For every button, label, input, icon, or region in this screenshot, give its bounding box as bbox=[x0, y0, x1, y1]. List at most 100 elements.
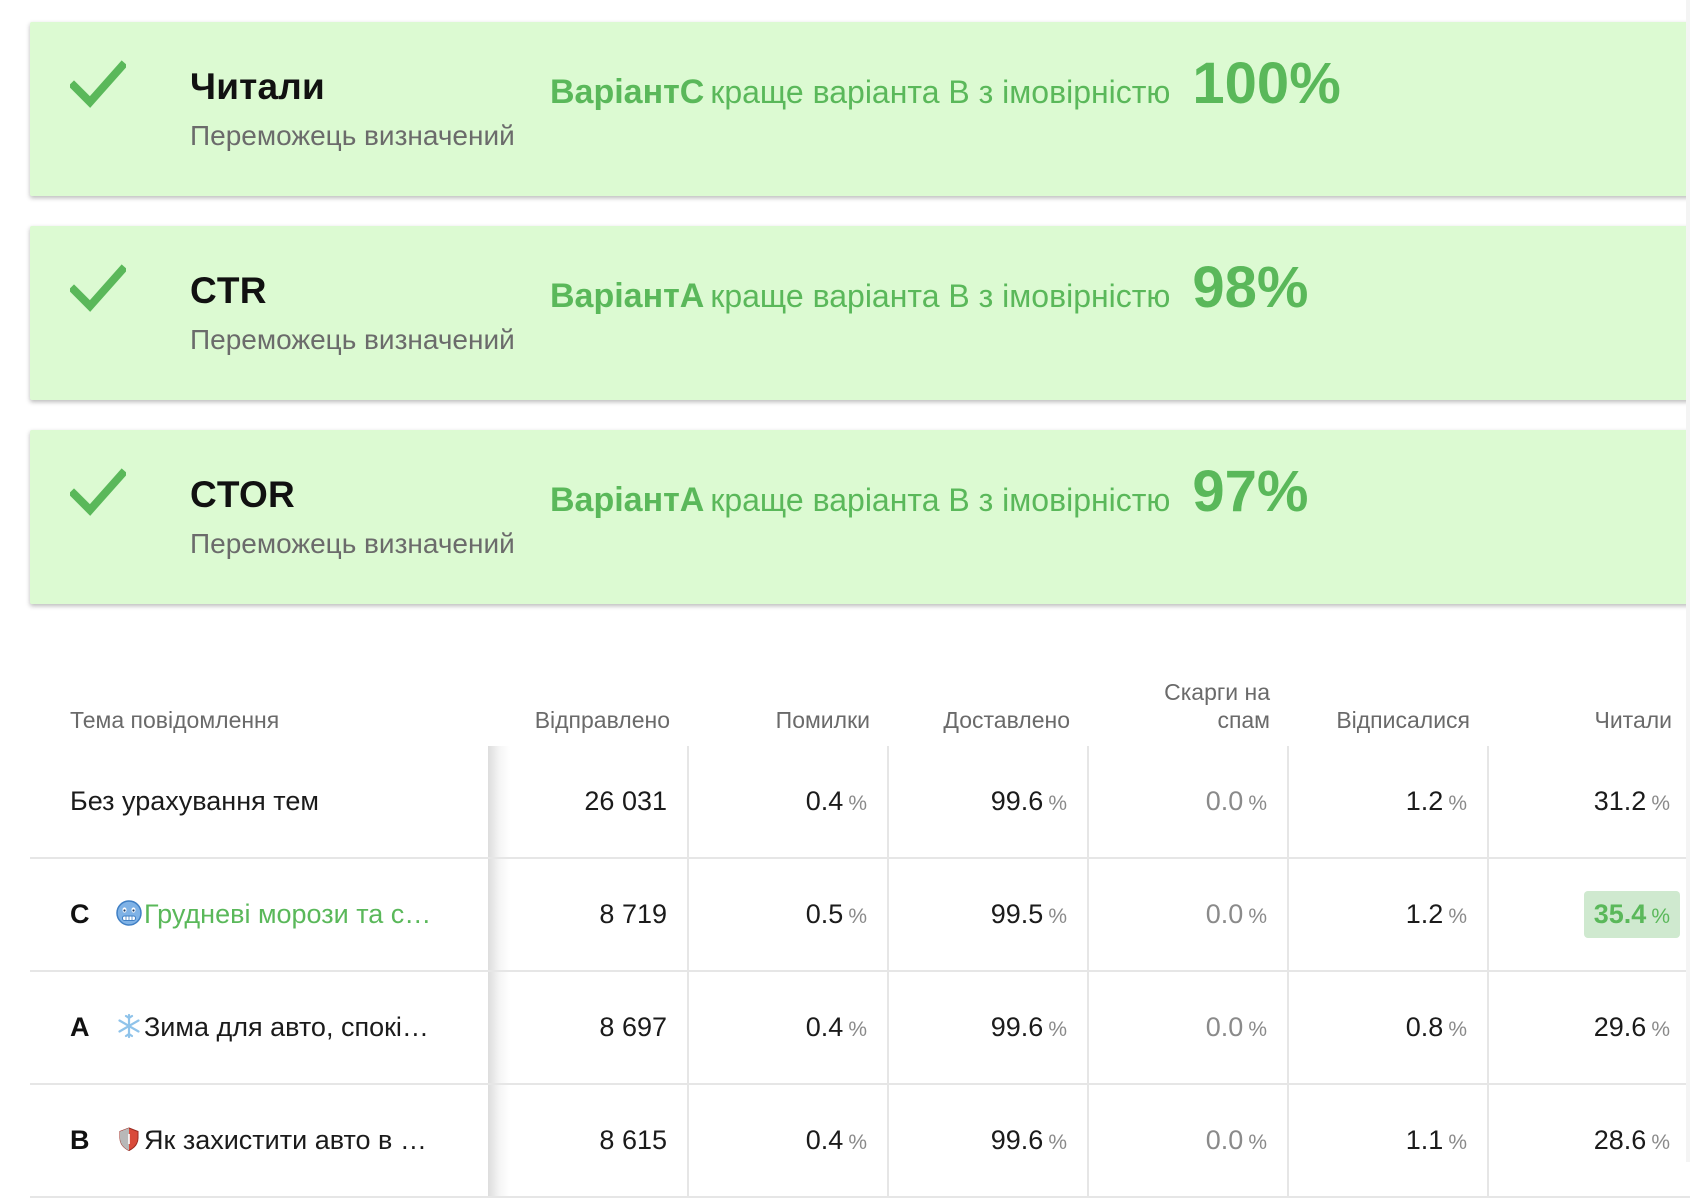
subject-text[interactable]: Зима для авто, спокі… bbox=[144, 1012, 429, 1043]
table-row-variant-b: B Як захистити авто в … 8 615 0.4% 99.6% … bbox=[30, 1084, 1690, 1198]
percent-sign: % bbox=[1248, 1131, 1267, 1154]
percent-sign: % bbox=[1651, 905, 1670, 928]
page-right-edge bbox=[1686, 0, 1690, 1162]
spam-value: 0.0 bbox=[1205, 786, 1244, 816]
delivered-cell: 99.5% bbox=[887, 858, 1088, 972]
result-card-ctr: CTR Переможець визначений ВаріантA краще … bbox=[30, 226, 1690, 400]
comparison-phrase: краще варіанта B з імовірністю bbox=[710, 278, 1171, 314]
delivered-value: 99.5 bbox=[990, 899, 1044, 929]
check-icon bbox=[70, 264, 126, 312]
errors-value: 0.4 bbox=[805, 1125, 844, 1155]
errors-value: 0.5 bbox=[805, 899, 844, 929]
column-header-unsubscribed[interactable]: Відписалися bbox=[1288, 660, 1488, 746]
column-header-subject[interactable]: Тема повідомлення bbox=[30, 660, 488, 746]
column-header-read[interactable]: Читали bbox=[1488, 660, 1690, 746]
delivered-value: 99.6 bbox=[990, 1125, 1044, 1155]
subject-cell: C Грудневі морози та с… bbox=[30, 858, 488, 972]
sent-cell: 8 697 bbox=[488, 971, 688, 1085]
subject-cell: A Зима для авто, спокі… bbox=[30, 971, 488, 1085]
metric-name: Читали bbox=[190, 66, 325, 107]
read-cell: 29.6% bbox=[1487, 971, 1690, 1085]
delivered-cell: 99.6% bbox=[887, 971, 1088, 1085]
column-header-sent[interactable]: Відправлено bbox=[488, 660, 688, 746]
delivered-value: 99.6 bbox=[990, 1012, 1044, 1042]
percent-sign: % bbox=[1448, 1018, 1467, 1041]
winner-status: Переможець визначений bbox=[190, 528, 515, 559]
shield-emoji-icon bbox=[119, 1127, 139, 1152]
spam-value: 0.0 bbox=[1205, 899, 1244, 929]
comparison-phrase: краще варіанта B з імовірністю bbox=[710, 74, 1171, 110]
read-cell: 31.2% bbox=[1487, 746, 1690, 859]
spam-header-line2: спам bbox=[1217, 707, 1270, 733]
delivered-cell: 99.6% bbox=[887, 746, 1088, 859]
read-cell: 35.4% bbox=[1487, 858, 1690, 972]
spam-cell: 0.0% bbox=[1087, 1084, 1288, 1198]
column-header-errors[interactable]: Помилки bbox=[688, 660, 888, 746]
spam-cell: 0.0% bbox=[1087, 746, 1288, 859]
errors-cell: 0.4% bbox=[687, 1084, 888, 1198]
snowflake-emoji-icon bbox=[118, 1013, 140, 1039]
win-probability: 100% bbox=[1192, 51, 1341, 116]
errors-cell: 0.5% bbox=[687, 858, 888, 972]
read-value: 35.4 bbox=[1593, 899, 1647, 929]
check-icon bbox=[70, 60, 126, 108]
subject-text: Без урахування тем bbox=[70, 786, 319, 816]
read-value: 29.6 bbox=[1593, 1012, 1647, 1042]
ab-test-results: Читали Переможець визначений ВаріантC кра… bbox=[30, 22, 1690, 634]
percent-sign: % bbox=[1048, 1018, 1067, 1041]
winner-highlight-badge: 35.4% bbox=[1583, 891, 1680, 938]
errors-cell: 0.4% bbox=[687, 746, 888, 859]
spam-header-line1: Скарги на bbox=[1164, 679, 1270, 705]
percent-sign: % bbox=[1248, 792, 1267, 815]
result-card-read: Читали Переможець визначений ВаріантC кра… bbox=[30, 22, 1690, 196]
errors-value: 0.4 bbox=[805, 786, 844, 816]
percent-sign: % bbox=[848, 1018, 867, 1041]
percent-sign: % bbox=[1048, 792, 1067, 815]
win-probability: 98% bbox=[1192, 255, 1309, 320]
percent-sign: % bbox=[848, 1131, 867, 1154]
unsub-value: 1.1 bbox=[1405, 1125, 1444, 1155]
sent-cell: 8 719 bbox=[488, 858, 688, 972]
read-value: 31.2 bbox=[1593, 786, 1647, 816]
unsub-value: 1.2 bbox=[1405, 899, 1444, 929]
unsub-cell: 0.8% bbox=[1287, 971, 1488, 1085]
winner-variant: ВаріантA bbox=[550, 277, 705, 315]
errors-value: 0.4 bbox=[805, 1012, 844, 1042]
percent-sign: % bbox=[1651, 792, 1670, 815]
metric-name: CTOR bbox=[190, 474, 295, 515]
read-value: 28.6 bbox=[1593, 1125, 1647, 1155]
read-cell: 28.6% bbox=[1487, 1084, 1690, 1198]
unsub-cell: 1.2% bbox=[1287, 746, 1488, 859]
column-header-delivered[interactable]: Доставлено bbox=[888, 660, 1088, 746]
percent-sign: % bbox=[848, 905, 867, 928]
table-row-variant-a: A Зима для авто, спокі… 8 697 0.4% 99.6% … bbox=[30, 971, 1690, 1085]
table-row-variant-c: C Грудневі морози та с… 8 719 0.5% 99.5% … bbox=[30, 858, 1690, 972]
delivered-cell: 99.6% bbox=[887, 1084, 1088, 1198]
delivered-value: 99.6 bbox=[990, 786, 1044, 816]
metric-name: CTR bbox=[190, 270, 267, 311]
percent-sign: % bbox=[1651, 1131, 1670, 1154]
variant-letter: A bbox=[70, 1012, 90, 1042]
win-probability: 97% bbox=[1192, 459, 1309, 524]
variant-letter: C bbox=[70, 899, 90, 929]
sent-cell: 8 615 bbox=[488, 1084, 688, 1198]
subject-text[interactable]: Грудневі морози та с… bbox=[144, 899, 431, 930]
cold-face-emoji-icon bbox=[116, 900, 142, 926]
percent-sign: % bbox=[1651, 1018, 1670, 1041]
unsub-cell: 1.2% bbox=[1287, 858, 1488, 972]
table-row-total: Без урахування тем 26 031 0.4% 99.6% 0.0… bbox=[30, 746, 1690, 859]
winner-status: Переможець визначений bbox=[190, 120, 515, 151]
variant-letter: B bbox=[70, 1125, 90, 1155]
percent-sign: % bbox=[1048, 905, 1067, 928]
result-card-ctor: CTOR Переможець визначений ВаріантA краще… bbox=[30, 430, 1690, 604]
percent-sign: % bbox=[1448, 792, 1467, 815]
unsub-value: 1.2 bbox=[1405, 786, 1444, 816]
variants-stats-table: Тема повідомлення Відправлено Помилки До… bbox=[30, 660, 1690, 1198]
sent-cell: 26 031 bbox=[488, 746, 688, 859]
result-summary: ВаріантC краще варіанта B з імовірністю 10… bbox=[550, 50, 1341, 117]
column-header-spam[interactable]: Скарги на спам bbox=[1088, 660, 1288, 746]
subject-text[interactable]: Як захистити авто в … bbox=[144, 1125, 427, 1156]
percent-sign: % bbox=[848, 792, 867, 815]
errors-cell: 0.4% bbox=[687, 971, 888, 1085]
result-summary: ВаріантA краще варіанта B з імовірністю 97… bbox=[550, 458, 1309, 525]
